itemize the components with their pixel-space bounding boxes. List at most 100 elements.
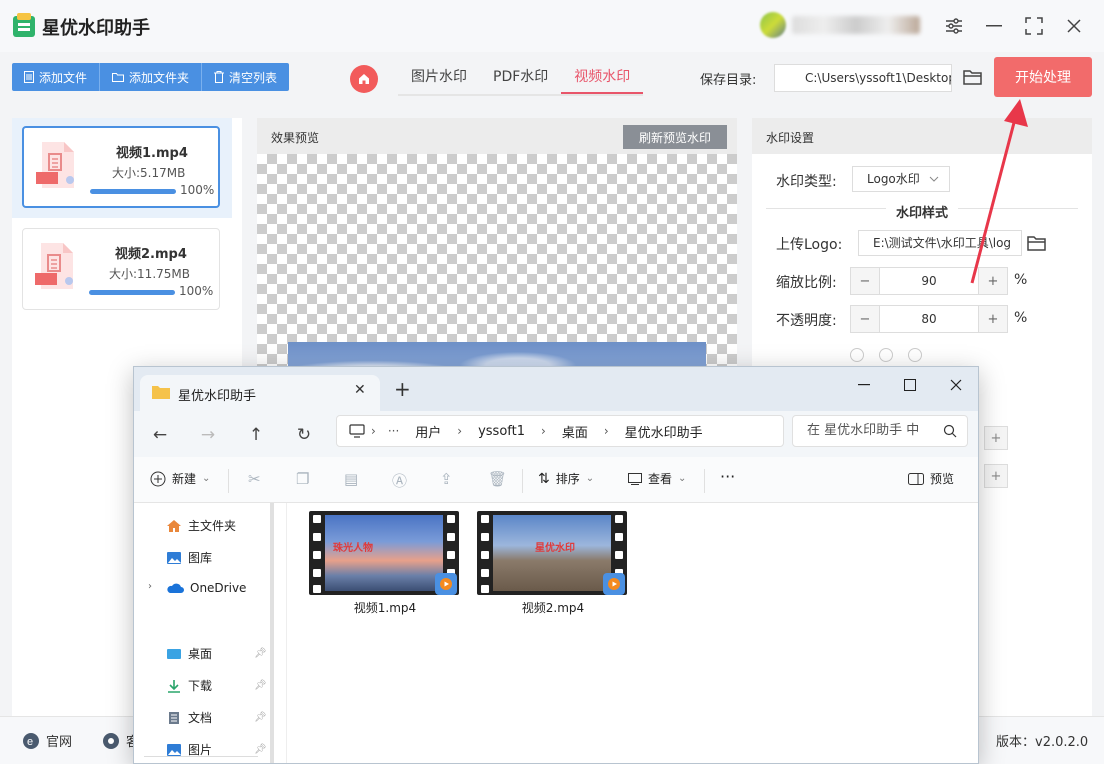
position-radio-1[interactable] — [850, 348, 864, 362]
position-radio-3[interactable] — [908, 348, 922, 362]
file-icon — [24, 71, 34, 83]
position-radio-2[interactable] — [879, 348, 893, 362]
breadcrumb-user[interactable]: yssoft1 — [468, 424, 535, 439]
website-link[interactable]: e 官网 — [22, 731, 72, 750]
scale-decrement-button[interactable]: − — [851, 268, 879, 294]
nav-item-onedrive[interactable]: OneDrive — [166, 581, 246, 595]
type-label: 水印类型: — [776, 174, 837, 190]
video-file-icon — [35, 243, 73, 289]
opacity-decrement-button[interactable]: − — [851, 306, 879, 332]
sort-icon: ⇅ — [538, 470, 550, 487]
explorer-tab-title: 星优水印助手 — [178, 389, 257, 404]
nav-item-gallery[interactable]: 图库 — [166, 549, 212, 566]
tab-pdf-watermark[interactable]: PDF水印 — [480, 60, 561, 94]
user-avatar[interactable] — [760, 12, 786, 38]
chevron-down-icon — [929, 176, 939, 182]
file-size: 大小:11.75MB — [109, 267, 190, 281]
start-process-button[interactable]: 开始处理 — [994, 57, 1092, 97]
explorer-nav-bar: ← → ↑ ↻ › ··· 用户 › yssoft1 › 桌面 › 星优水印助手… — [134, 411, 978, 457]
clear-list-button[interactable]: 清空列表 — [202, 63, 289, 91]
expand-chevron-icon[interactable]: › — [148, 581, 152, 592]
delete-icon[interactable]: 🗑︎ — [488, 470, 507, 488]
file-toolbar: 添加文件 添加文件夹 清空列表 — [12, 63, 290, 91]
copy-icon[interactable]: ❐ — [296, 470, 309, 488]
breadcrumb-folder[interactable]: 星优水印助手 — [615, 422, 713, 441]
explorer-search-input[interactable]: 在 星优水印助手 中 — [792, 415, 968, 447]
file-name: 视频1.mp4 — [116, 146, 188, 161]
chevron-right-icon: › — [541, 424, 546, 438]
tab-image-watermark[interactable]: 图片水印 — [398, 60, 480, 94]
forward-arrow-icon[interactable]: → — [194, 421, 222, 449]
cut-icon[interactable]: ✂ — [248, 470, 261, 488]
partial-increment-button[interactable]: + — [984, 464, 1008, 488]
more-options-icon[interactable]: ··· — [720, 467, 735, 486]
video-file-icon — [36, 142, 74, 188]
nav-item-home[interactable]: 主文件夹 — [166, 517, 236, 534]
nav-item-documents[interactable]: 文档 — [166, 709, 212, 726]
pin-icon[interactable]: 📌︎ — [254, 648, 267, 659]
breadcrumb-users[interactable]: 用户 — [405, 422, 451, 441]
new-button[interactable]: 新建 ⌄ — [150, 470, 210, 487]
add-file-button[interactable]: 添加文件 — [12, 63, 101, 91]
file-card-1[interactable]: 视频1.mp4 大小:5.17MB 100% — [22, 126, 220, 208]
nav-item-desktop[interactable]: 桌面 — [166, 645, 212, 662]
browser-icon: e — [23, 732, 39, 749]
explorer-command-bar: 新建 ⌄ ✂ ❐ ▤ Ⓐ ⇪ 🗑︎ ⇅ 排序 ⌄ 查看 ⌄ ··· 预览 — [134, 457, 978, 503]
file-card-2[interactable]: 视频2.mp4 大小:11.75MB 100% — [22, 228, 220, 310]
up-arrow-icon[interactable]: ↑ — [242, 421, 270, 449]
close-icon[interactable] — [1060, 12, 1088, 40]
refresh-preview-button[interactable]: 刷新预览水印 — [623, 125, 727, 149]
maximize-icon[interactable] — [1020, 12, 1048, 40]
new-tab-icon[interactable]: + — [394, 377, 411, 401]
nav-item-downloads[interactable]: 下载 — [166, 677, 212, 694]
sort-button[interactable]: ⇅ 排序 ⌄ — [538, 470, 594, 487]
share-icon[interactable]: ⇪ — [440, 470, 453, 488]
partial-increment-button[interactable]: + — [984, 426, 1008, 450]
address-bar[interactable]: › ··· 用户 › yssoft1 › 桌面 › 星优水印助手 — [336, 415, 784, 447]
home-button[interactable] — [350, 65, 378, 93]
minimize-icon[interactable] — [980, 12, 1008, 40]
explorer-close-icon[interactable] — [936, 371, 976, 399]
pin-icon[interactable]: 📌︎ — [254, 712, 267, 723]
save-dir-input[interactable]: C:\Users\yssoft1\Desktop — [774, 64, 952, 92]
scale-stepper[interactable]: − 90 + — [850, 267, 1008, 295]
watermark-type-select[interactable]: Logo水印 — [852, 166, 950, 192]
tab-close-icon[interactable]: ✕ — [354, 382, 366, 398]
nav-item-pictures[interactable]: 图片 — [166, 741, 212, 758]
opacity-value[interactable]: 80 — [879, 306, 979, 332]
chevron-right-icon: › — [371, 424, 376, 438]
rename-icon[interactable]: Ⓐ — [392, 470, 407, 491]
progress-bar — [90, 189, 176, 194]
file-size: 大小:5.17MB — [112, 166, 186, 180]
explorer-maximize-icon[interactable] — [890, 371, 930, 399]
paste-icon[interactable]: ▤ — [344, 470, 358, 488]
document-icon — [169, 711, 179, 724]
divider — [704, 469, 705, 493]
nav-pane-scrollbar[interactable] — [270, 503, 274, 763]
watermark-tabs: 图片水印 PDF水印 视频水印 — [398, 60, 644, 96]
file-thumbnail-2[interactable]: 星优水印 视频2.mp4 — [477, 511, 629, 621]
view-button[interactable]: 查看 ⌄ — [628, 470, 686, 487]
explorer-minimize-icon[interactable] — [844, 371, 884, 399]
opacity-increment-button[interactable]: + — [979, 306, 1007, 332]
tab-video-watermark[interactable]: 视频水印 — [561, 60, 644, 94]
pin-icon[interactable]: 📌︎ — [254, 744, 267, 755]
logo-path-input[interactable]: E:\测试文件\水印工具\log — [858, 230, 1022, 256]
settings-sliders-icon[interactable] — [940, 12, 968, 40]
add-folder-button[interactable]: 添加文件夹 — [100, 63, 203, 91]
explorer-nav-pane: 主文件夹 图库 › OneDrive 桌面 📌︎ 下载 📌︎ 文档 📌︎ 图片 … — [134, 503, 274, 763]
pin-icon[interactable]: 📌︎ — [254, 680, 267, 691]
scale-increment-button[interactable]: + — [979, 268, 1007, 294]
browse-folder-icon[interactable] — [962, 66, 984, 88]
more-path-icon[interactable]: ··· — [382, 424, 405, 438]
scale-value[interactable]: 90 — [879, 268, 979, 294]
version-text: 版本：v2.0.2.0 — [996, 735, 1089, 750]
refresh-icon[interactable]: ↻ — [290, 421, 318, 449]
back-arrow-icon[interactable]: ← — [146, 421, 174, 449]
explorer-tab[interactable]: 星优水印助手 ✕ — [140, 375, 380, 411]
preview-pane-button[interactable]: 预览 — [908, 470, 954, 487]
browse-logo-icon[interactable] — [1026, 232, 1048, 254]
file-thumbnail-1[interactable]: 珠光人物 视频1.mp4 — [309, 511, 461, 621]
opacity-stepper[interactable]: − 80 + — [850, 305, 1008, 333]
breadcrumb-desktop[interactable]: 桌面 — [552, 422, 598, 441]
